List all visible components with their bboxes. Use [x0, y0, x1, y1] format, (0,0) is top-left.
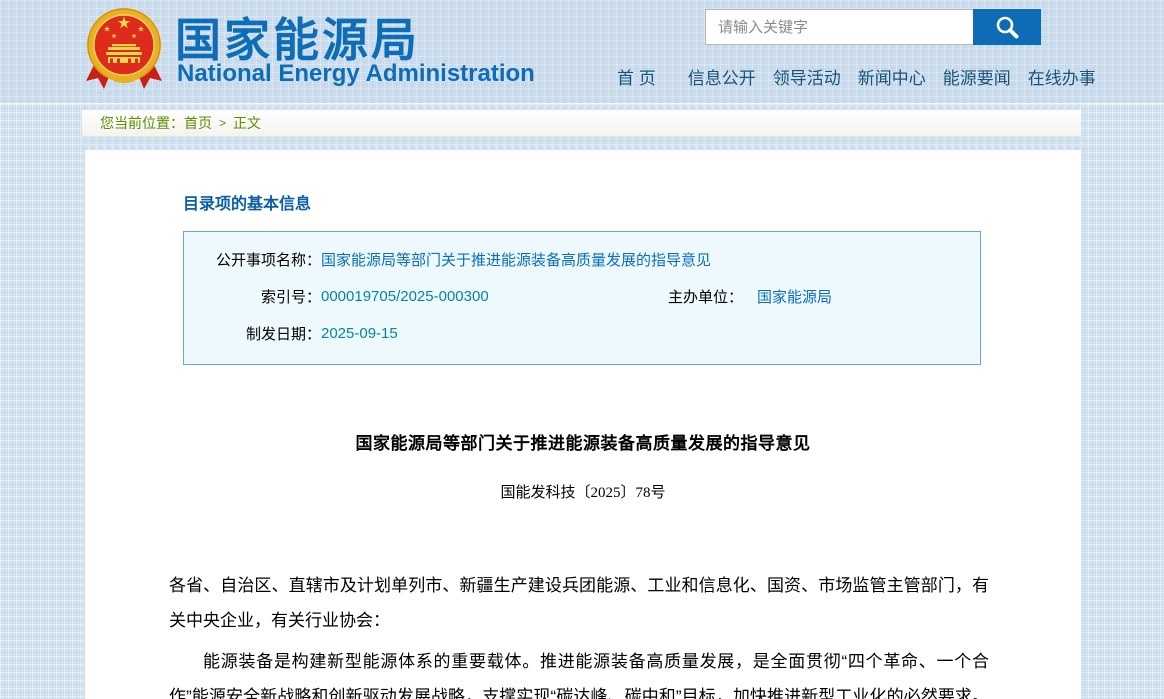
- section-title: 目录项的基本信息: [183, 190, 1081, 214]
- date-label: 制发日期：: [184, 323, 321, 344]
- org-label: 主办单位：: [613, 286, 743, 307]
- document-body: 各省、自治区、直辖市及计划单列市、新疆生产建设兵团能源、工业和信息化、国资、市场…: [85, 568, 1081, 699]
- nav-item-leadership[interactable]: 领导活动: [773, 64, 841, 89]
- info-row-index-org: 索引号： 000019705/2025-000300 主办单位： 国家能源局: [184, 278, 980, 315]
- info-row-date: 制发日期： 2025-09-15: [184, 315, 980, 352]
- breadcrumb: 您当前位置： 首页 > 正文: [82, 110, 1081, 137]
- nav-item-home[interactable]: 首 页: [617, 64, 656, 89]
- search-icon: [994, 14, 1020, 40]
- search-button[interactable]: [973, 9, 1041, 45]
- document-number: 国能发科技〔2025〕78号: [85, 481, 1081, 502]
- org-value-link[interactable]: 国家能源局: [757, 286, 832, 307]
- breadcrumb-prefix: 您当前位置：: [100, 113, 184, 133]
- search-input[interactable]: [705, 9, 973, 45]
- nav-item-energy-news[interactable]: 能源要闻: [943, 64, 1011, 89]
- search-box: [705, 9, 1041, 45]
- catalog-info-box: 公开事项名称： 国家能源局等部门关于推进能源装备高质量发展的指导意见 索引号： …: [183, 231, 981, 365]
- main-content: 目录项的基本信息 公开事项名称： 国家能源局等部门关于推进能源装备高质量发展的指…: [85, 150, 1081, 699]
- breadcrumb-current: 正文: [233, 113, 261, 133]
- document-title: 国家能源局等部门关于推进能源装备高质量发展的指导意见: [85, 429, 1081, 454]
- index-label: 索引号：: [184, 286, 321, 307]
- date-value: 2025-09-15: [321, 325, 398, 342]
- nav-item-news-center[interactable]: 新闻中心: [858, 64, 926, 89]
- national-emblem-icon: [84, 5, 164, 93]
- breadcrumb-separator: >: [219, 116, 226, 130]
- paragraph-intro: 能源装备是构建新型能源体系的重要载体。推进能源装备高质量发展，是全面贯彻“四个革…: [169, 644, 989, 699]
- name-value-link[interactable]: 国家能源局等部门关于推进能源装备高质量发展的指导意见: [321, 249, 711, 270]
- name-label: 公开事项名称：: [184, 249, 321, 270]
- site-subtitle: National Energy Administration: [177, 60, 535, 88]
- main-nav: 首 页 信息公开 领导活动 新闻中心 能源要闻 在线办事: [617, 64, 1096, 89]
- nav-item-info-disclosure[interactable]: 信息公开: [688, 64, 756, 89]
- national-emblem-logo[interactable]: [84, 5, 164, 93]
- nav-item-online-services[interactable]: 在线办事: [1028, 64, 1096, 89]
- breadcrumb-home-link[interactable]: 首页: [184, 113, 212, 133]
- index-value: 000019705/2025-000300: [321, 288, 613, 305]
- info-row-name: 公开事项名称： 国家能源局等部门关于推进能源装备高质量发展的指导意见: [184, 241, 980, 278]
- paragraph-addressees: 各省、自治区、直辖市及计划单列市、新疆生产建设兵团能源、工业和信息化、国资、市场…: [169, 568, 989, 638]
